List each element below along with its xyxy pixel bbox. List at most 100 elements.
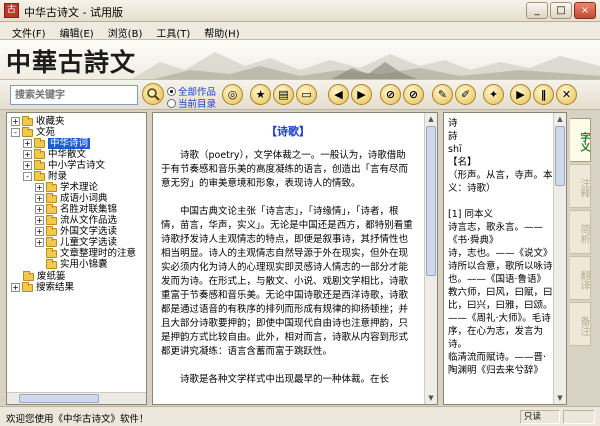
window-controls: _ □ × xyxy=(526,2,596,19)
note-button[interactable]: ✐ xyxy=(455,84,476,105)
tree-item[interactable]: + 成语小词典 xyxy=(35,192,108,204)
pause-button[interactable]: ‖ xyxy=(533,84,554,105)
dictionary-text: 诗 詩 shī 【名】 （形声。从言，寺声。本义：诗歌） [1] 同本义 诗言志… xyxy=(448,117,554,377)
exit-button[interactable]: ✕ xyxy=(556,84,577,105)
tree-item[interactable]: + 中华诗词 xyxy=(23,137,91,149)
expander[interactable]: + xyxy=(35,183,44,192)
tree-item[interactable]: 实用小锦囊 xyxy=(46,258,108,270)
search-button[interactable] xyxy=(142,83,164,105)
article-paragraph: 诗歌（poetry），文学体裁之一。一般认为，诗歌借助于有节奏感和音乐美的高度凝… xyxy=(161,150,409,189)
scroll-up-icon[interactable]: ▲ xyxy=(426,114,436,124)
tree-item[interactable]: + 收藏夹 xyxy=(11,115,65,127)
folder-icon: ▭ xyxy=(301,88,312,101)
expander[interactable]: + xyxy=(35,205,44,214)
favorite-button[interactable]: ★ xyxy=(250,84,271,105)
folder-button[interactable]: ▭ xyxy=(296,84,317,105)
content-scrollbar[interactable]: ▲ ▼ xyxy=(424,113,437,404)
scope-current-option[interactable]: 当前目录 xyxy=(167,96,216,110)
dictionary-panel[interactable]: 诗 詩 shī 【名】 （形声。从言，寺声。本义：诗歌） [1] 同本义 诗言志… xyxy=(443,112,567,405)
radio-current[interactable] xyxy=(167,98,176,108)
expander[interactable]: + xyxy=(23,161,32,170)
scrollbar-thumb[interactable] xyxy=(555,126,565,186)
expander[interactable]: + xyxy=(35,227,44,236)
content-viewer[interactable]: 【诗歌】 诗歌（poetry），文学体裁之一。一般认为，诗歌借助于有节奏感和音乐… xyxy=(152,112,438,405)
back-button[interactable]: ◀ xyxy=(328,84,349,105)
folder-icon xyxy=(22,115,33,126)
title-bar: 古 中华古诗文 - 试用版 _ □ × xyxy=(0,0,600,22)
menu-tools[interactable]: 工具(T) xyxy=(152,22,200,40)
bookmark-icon: ✦ xyxy=(488,88,499,101)
status-bar: 欢迎您使用《中华古诗文》软件！ 只读 xyxy=(0,406,600,426)
dict-line: [1] 同本义 xyxy=(448,209,493,220)
tree-item[interactable]: + 外国文学选读 xyxy=(35,225,117,237)
search-input[interactable] xyxy=(11,86,137,104)
bookmark-button[interactable]: ✦ xyxy=(483,84,504,105)
home-button[interactable]: ◎ xyxy=(222,84,243,105)
forward-button[interactable]: ▶ xyxy=(351,84,372,105)
star-icon: ★ xyxy=(255,88,266,101)
scroll-down-icon[interactable]: ▼ xyxy=(555,393,565,403)
forward-arrow-icon: ▶ xyxy=(357,88,366,101)
app-icon: 古 xyxy=(4,3,19,18)
expander[interactable]: + xyxy=(23,139,32,148)
document-icon xyxy=(46,247,57,258)
tree-item-label: 文苑 xyxy=(36,127,56,138)
tab-analysis[interactable]: 简析 xyxy=(570,210,591,254)
close-button[interactable]: × xyxy=(574,2,596,19)
edit-icon: ✎ xyxy=(437,88,448,101)
tree-item[interactable]: + 搜索结果 xyxy=(11,281,74,293)
menu-help[interactable]: 帮助(H) xyxy=(200,22,249,40)
maximize-button[interactable]: □ xyxy=(550,2,572,19)
expander[interactable]: - xyxy=(23,172,32,181)
tree-item[interactable]: - 文苑 xyxy=(11,126,56,138)
stop-button[interactable]: ⊘ xyxy=(380,84,401,105)
scroll-up-icon[interactable]: ▲ xyxy=(555,114,565,124)
expander[interactable]: + xyxy=(35,194,44,203)
radio-all[interactable] xyxy=(167,86,176,96)
menu-edit[interactable]: 编辑(E) xyxy=(56,22,104,40)
book-button[interactable]: ▤ xyxy=(273,84,294,105)
splitter-left[interactable] xyxy=(147,112,151,405)
tree-item[interactable]: + 学术理论 xyxy=(35,181,99,193)
expander[interactable]: - xyxy=(11,128,20,137)
play-button[interactable]: ▶ xyxy=(510,84,531,105)
tree-item-label: 儿童文学选读 xyxy=(60,237,118,248)
catalog-tree[interactable]: + 收藏夹 - 文苑 + 中华诗词 + 中华散文 + 中小学古诗文 - 附录 + 学术理论 +… xyxy=(6,112,147,405)
expander[interactable]: + xyxy=(35,216,44,225)
scroll-down-icon[interactable]: ▼ xyxy=(426,393,436,403)
tree-item[interactable]: 废纸篓 xyxy=(23,270,66,282)
cancel-button[interactable]: ⊘ xyxy=(403,84,424,105)
dict-line: （形声。从言，寺声。本义：诗歌） xyxy=(448,170,553,194)
folder-icon xyxy=(34,148,45,159)
folder-icon xyxy=(34,159,45,170)
tree-item-label: 中小学古诗文 xyxy=(48,160,106,171)
tree-item[interactable]: + 名胜对联集锦 xyxy=(35,203,117,215)
tree-item[interactable]: - 附录 xyxy=(23,170,67,182)
folder-icon xyxy=(34,137,45,148)
edit-button[interactable]: ✎ xyxy=(432,84,453,105)
tree-item[interactable]: + 中华散文 xyxy=(23,148,86,160)
tab-meaning[interactable]: 字义 xyxy=(570,118,591,162)
expander[interactable]: + xyxy=(35,238,44,247)
expander[interactable]: + xyxy=(23,150,32,159)
dictionary-scrollbar[interactable]: ▲ ▼ xyxy=(553,113,566,404)
tab-notes[interactable]: 备注 xyxy=(570,302,591,346)
tree-horizontal-scrollbar[interactable] xyxy=(7,392,146,404)
play-icon: ▶ xyxy=(516,88,525,101)
tree-item[interactable]: 文章整理时的注意 xyxy=(46,247,136,259)
expander[interactable]: + xyxy=(11,283,20,292)
splitter-right[interactable] xyxy=(438,112,442,405)
minimize-button[interactable]: _ xyxy=(526,2,548,19)
tab-annotation[interactable]: 注释 xyxy=(570,164,591,208)
tree-item[interactable]: + 中小学古诗文 xyxy=(23,159,106,171)
menu-browse[interactable]: 浏览(B) xyxy=(104,22,153,40)
status-mode: 只读 xyxy=(520,410,560,424)
tree-item[interactable]: + 儿童文学选读 xyxy=(35,236,118,248)
tree-item-label: 学术理论 xyxy=(60,182,99,193)
tab-translation[interactable]: 翻译 xyxy=(570,256,591,300)
menu-file[interactable]: 文件(F) xyxy=(8,22,56,40)
scrollbar-thumb[interactable] xyxy=(426,126,436,276)
scrollbar-thumb[interactable] xyxy=(19,394,99,403)
expander[interactable]: + xyxy=(11,117,20,126)
tree-item[interactable]: + 流从文作品选 xyxy=(35,214,117,226)
